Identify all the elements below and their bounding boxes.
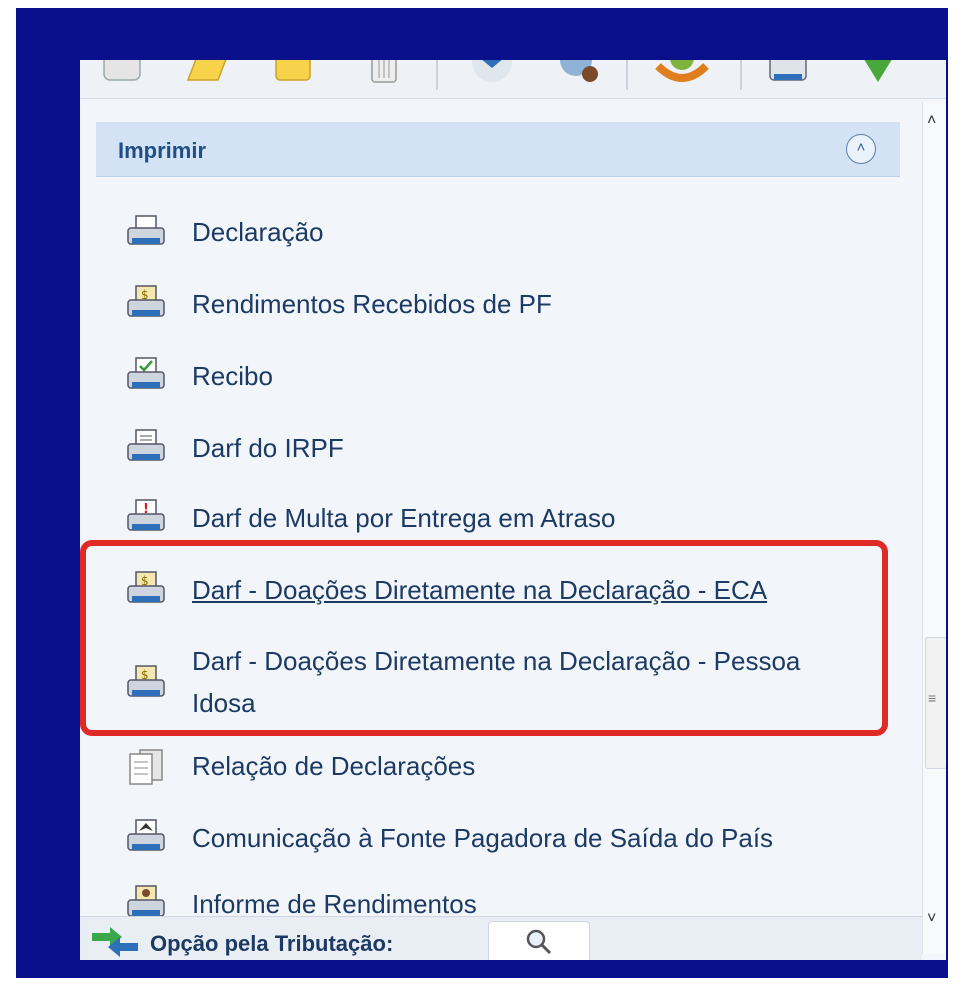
search-button[interactable] [488, 921, 590, 960]
app-window: Imprimir ˄ Declaração $ Rendimentos Rece… [80, 60, 946, 960]
refresh-icon[interactable] [652, 60, 712, 86]
toolbar [80, 60, 946, 99]
grip-icon: ≡ [928, 690, 937, 706]
highlight-box [80, 540, 888, 736]
new-doc-icon[interactable] [100, 60, 146, 86]
printer-icon [127, 215, 165, 245]
panel-title: Imprimir [118, 138, 207, 163]
list-item-rendimentos[interactable]: $ Rendimentos Recebidos de PF [124, 284, 884, 324]
bottom-bar: Opção pela Tributação: [80, 916, 922, 960]
vertical-scrollbar[interactable]: ˄ ≡ ˅ [922, 102, 946, 954]
item-label: Comunicação à Fonte Pagadora de Saída do… [192, 822, 774, 853]
open-folder-icon[interactable] [184, 60, 230, 86]
printer-icon[interactable] [764, 60, 812, 86]
screenshot-frame: Imprimir ˄ Declaração $ Rendimentos Rece… [16, 8, 948, 978]
item-label: Informe de Rendimentos [192, 888, 477, 919]
arrows-icon [92, 927, 138, 957]
item-label: Darf do IRPF [192, 432, 344, 463]
scrollbar-thumb[interactable]: ≡ [925, 637, 946, 769]
item-label: Relação de Declarações [192, 750, 476, 781]
printer-alert-icon: ! [127, 499, 165, 531]
list-item-darf-irpf[interactable]: Darf do IRPF [124, 428, 884, 468]
list-item-declaracao[interactable]: Declaração [124, 212, 884, 252]
panel-header[interactable]: Imprimir ˄ [96, 122, 900, 177]
list-item-comunicacao[interactable]: Comunicação à Fonte Pagadora de Saída do… [124, 818, 884, 858]
printer-document-icon [127, 429, 165, 461]
document-stack-icon [129, 749, 163, 785]
list-item-recibo[interactable]: Recibo [124, 356, 884, 396]
list-item-relacao[interactable]: Relação de Declarações [124, 746, 884, 786]
toolbar-separator [436, 60, 438, 90]
dropbox-icon[interactable] [468, 60, 516, 86]
opcao-tributacao-label: Opção pela Tributação: [150, 931, 394, 956]
trash-icon[interactable] [364, 60, 404, 86]
item-label: Darf de Multa por Entrega em Atraso [192, 502, 616, 533]
toolbar-separator [740, 60, 742, 90]
list-item-darf-multa[interactable]: ! Darf de Multa por Entrega em Atraso [124, 498, 884, 538]
printer-airplane-icon [127, 819, 165, 851]
item-label: Declaração [192, 216, 324, 247]
printer-check-icon [127, 357, 165, 389]
chevron-down-icon[interactable]: ˅ [927, 910, 936, 928]
chevron-up-icon[interactable]: ˄ [927, 112, 936, 130]
double-chevron-up-icon[interactable]: ˄ [846, 134, 876, 164]
toolbar-separator [626, 60, 628, 90]
item-label: Rendimentos Recebidos de PF [192, 288, 552, 319]
printer-dollar-icon: $ [127, 285, 165, 317]
user-settings-icon[interactable] [556, 60, 604, 86]
check-arrow-icon[interactable] [856, 60, 900, 86]
item-label: Recibo [192, 360, 273, 391]
search-icon [526, 929, 552, 955]
folder-icon[interactable] [272, 60, 318, 86]
